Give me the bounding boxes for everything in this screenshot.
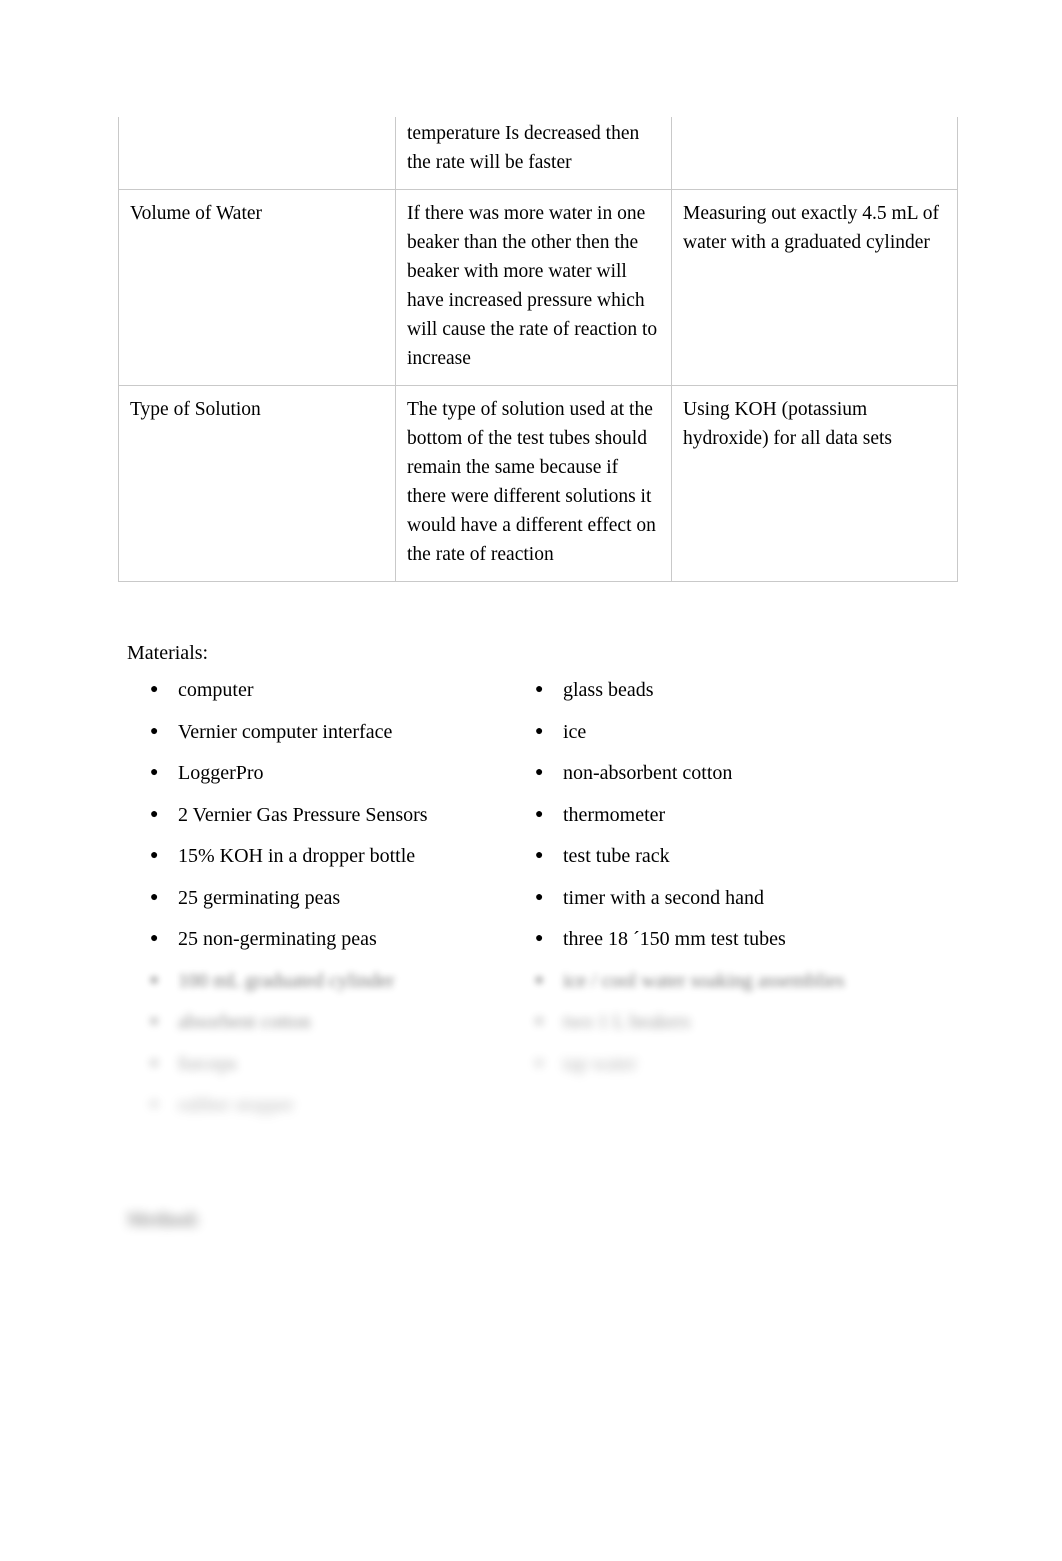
table-cell-explanation: If there was more water in one beaker th… [395, 189, 672, 386]
list-item: ● LoggerPro [150, 759, 550, 801]
list-item-label: forceps [178, 1052, 237, 1075]
list-item-label: two 1 L beakers [563, 1011, 691, 1033]
materials-list-left: ● computer ● Vernier computer interface ● Log… [150, 676, 550, 1133]
list-item-label: non-absorbent cotton [563, 762, 733, 784]
next-section-heading: Method: [127, 1209, 201, 1231]
bullet-icon: ● [150, 848, 159, 863]
variable-text: Type of Solution [130, 399, 261, 420]
bullet-icon: ● [535, 1055, 544, 1071]
bullet-icon: ● [150, 1055, 159, 1071]
list-item: ● 100 mL graduated cylinder [150, 967, 550, 1009]
table-cell-explanation: The type of solution used at the bottom … [395, 385, 672, 582]
document-page: temperature Is decreased then the rate w… [0, 0, 1062, 1561]
bullet-icon: ● [535, 931, 544, 946]
table-cell-control [671, 117, 958, 190]
list-item: ● three 18 ´150 mm test tubes [535, 925, 935, 967]
bullet-icon: ● [535, 972, 544, 988]
list-item-label: thermometer [563, 803, 666, 826]
controlled-variables-table: temperature Is decreased then the rate w… [118, 117, 958, 582]
explanation-text: temperature Is decreased then the rate w… [407, 123, 640, 173]
table-cell-explanation: temperature Is decreased then the rate w… [395, 117, 672, 190]
bullet-icon: ● [535, 889, 544, 905]
list-item: ● timer with a second hand [535, 884, 935, 926]
list-item-label: rubber stopper [178, 1094, 295, 1116]
variable-text: Volume of Water [130, 203, 263, 224]
materials-heading: Materials: [127, 642, 209, 664]
bullet-icon: ● [150, 723, 159, 739]
list-item: ● rubber stopper [150, 1091, 550, 1133]
list-item: ● 25 germinating peas [150, 884, 550, 926]
bullet-icon: ● [150, 889, 159, 905]
materials-list-right: ● glass beads ● ice ● non-absorbent cotton ● th… [535, 676, 935, 1091]
list-item: ● thermometer [535, 801, 935, 843]
list-item-label: three 18 ´150 mm test tubes [563, 928, 786, 950]
list-item: ● test tube rack [535, 842, 935, 884]
list-item-label: 100 mL graduated cylinder [178, 969, 395, 992]
table-body: temperature Is decreased then the rate w… [118, 117, 958, 582]
table-cell-control: Measuring out exactly 4.5 mL of water wi… [671, 189, 958, 386]
bullet-icon: ● [150, 806, 159, 822]
list-item-label: ice / cool water soaking assemblies [563, 969, 845, 992]
list-item-label: 2 Vernier Gas Pressure Sensors [178, 803, 428, 826]
list-item-label: tap water [563, 1052, 637, 1075]
bullet-icon: ● [535, 806, 544, 822]
control-text: Measuring out exactly 4.5 mL of water wi… [683, 203, 939, 253]
bullet-icon: ● [150, 931, 159, 946]
bullet-icon: ● [535, 682, 544, 697]
list-item: ● ice / cool water soaking assemblies [535, 967, 935, 1009]
list-item: ● two 1 L beakers [535, 1008, 935, 1050]
control-text: Using KOH (potassium hydroxide) for all … [683, 399, 893, 449]
bullet-icon: ● [535, 765, 544, 780]
bullet-icon: ● [150, 1014, 159, 1029]
list-item-label: 25 non-germinating peas [178, 928, 377, 950]
list-item: ● tap water [535, 1050, 935, 1092]
table-cell-variable [118, 117, 396, 190]
list-item: ● non-absorbent cotton [535, 759, 935, 801]
bullet-icon: ● [535, 723, 544, 739]
bullet-icon: ● [535, 1014, 544, 1029]
explanation-text: The type of solution used at the bottom … [407, 399, 656, 565]
list-item-label: 25 germinating peas [178, 886, 341, 909]
bullet-icon: ● [150, 972, 159, 988]
list-item: ● 25 non-germinating peas [150, 925, 550, 967]
list-item-label: ice [563, 720, 587, 743]
bullet-icon: ● [150, 1097, 159, 1112]
list-item-label: absorbent cotton [178, 1011, 311, 1033]
list-item-label: timer with a second hand [563, 886, 765, 909]
list-item-label: 15% KOH in a dropper bottle [178, 845, 416, 867]
list-item-label: LoggerPro [178, 762, 264, 784]
page-bottom-whitespace [0, 1265, 1062, 1561]
table-cell-control: Using KOH (potassium hydroxide) for all … [671, 385, 958, 582]
bullet-icon: ● [150, 682, 159, 697]
list-item: ● 2 Vernier Gas Pressure Sensors [150, 801, 550, 843]
list-item: ● computer [150, 676, 550, 718]
list-item-label: Vernier computer interface [178, 720, 393, 743]
list-item-label: glass beads [563, 679, 654, 701]
table-row: Type of Solution The type of solution us… [118, 385, 958, 582]
list-item-label: computer [178, 679, 254, 701]
table-cell-variable: Type of Solution [118, 385, 396, 582]
list-item: ● ice [535, 718, 935, 760]
table-cell-variable: Volume of Water [118, 189, 396, 386]
list-item-label: test tube rack [563, 845, 670, 867]
bullet-icon: ● [150, 765, 159, 780]
table-row: Volume of Water If there was more water … [118, 189, 958, 386]
list-item: ● forceps [150, 1050, 550, 1092]
list-item: ● Vernier computer interface [150, 718, 550, 760]
explanation-text: If there was more water in one beaker th… [407, 203, 658, 369]
table-row: temperature Is decreased then the rate w… [118, 117, 958, 190]
bullet-icon: ● [535, 848, 544, 863]
list-item: ● 15% KOH in a dropper bottle [150, 842, 550, 884]
list-item: ● glass beads [535, 676, 935, 718]
list-item: ● absorbent cotton [150, 1008, 550, 1050]
